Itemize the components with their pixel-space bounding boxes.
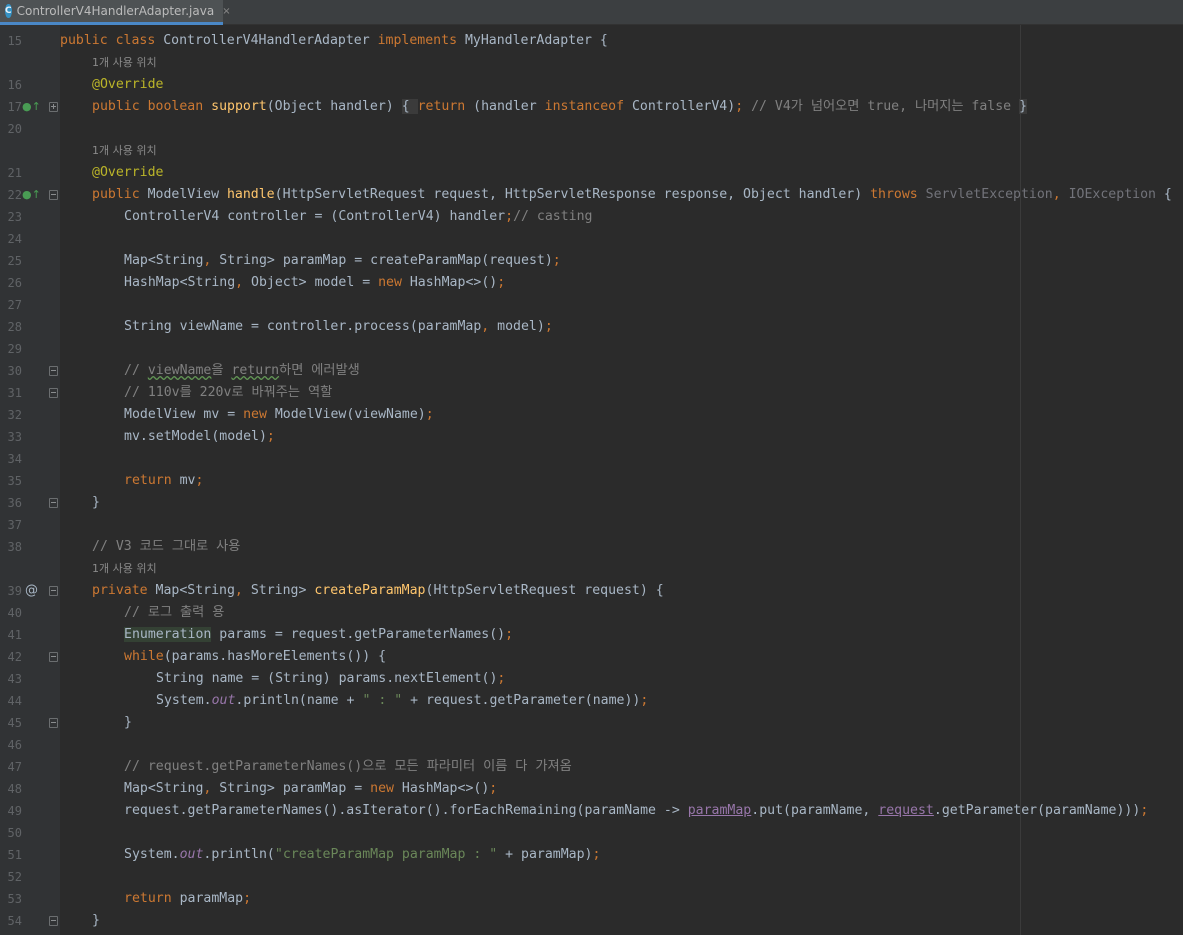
code-line: 30 // viewName을 return하면 에러발생 [7,363,360,378]
code-line: 23 ControllerV4 controller = (Controller… [7,209,593,224]
usage-hint[interactable]: 1개 사용 위치 [0,52,1183,74]
code-line: 50 [7,826,22,840]
fold-collapse-icon[interactable] [49,718,58,728]
fold-collapse-icon[interactable] [49,366,58,376]
fold-collapse-icon[interactable] [49,586,58,596]
editor-tab-bar: C ControllerV4HandlerAdapter.java × [0,0,1183,25]
code-line: 49 request.getParameterNames().asIterato… [7,803,1149,818]
code-line: 36 } [7,495,100,510]
code-line: 44 System.out.println(name + " : " + req… [7,693,649,708]
code-line: 41 Enumeration params = request.getParam… [7,627,514,642]
code-line: 42 while(params.hasMoreElements()) { [7,649,387,664]
fold-collapse-icon[interactable] [49,916,58,926]
code-line: 51 System.out.println("createParamMap pa… [7,847,601,862]
fold-collapse-icon[interactable] [49,498,58,508]
code-line: 54 } [7,913,100,928]
java-class-icon: C [5,4,12,18]
code-line: 52 [7,870,22,884]
code-line: 32 ModelView mv = new ModelView(viewName… [7,407,434,422]
code-line: 40 // 로그 출력 용 [7,605,225,620]
code-line: 47 // request.getParameterNames()으로 모든 파… [7,759,572,774]
code-editor[interactable]: 15 public class ControllerV4HandlerAdapt… [0,25,1183,935]
tab-label: ControllerV4HandlerAdapter.java [16,4,215,18]
code-line: 20 [7,122,22,136]
code-line: 34 [7,452,22,466]
code-line: 15 public class ControllerV4HandlerAdapt… [0,30,1183,52]
usage-hint[interactable]: 1개 사용 위치 [0,558,1183,580]
code-line: 46 [7,738,22,752]
usage-hint[interactable]: 1개 사용 위치 [0,140,1183,162]
code-text: public class ControllerV4HandlerAdapter … [60,33,608,48]
code-line: 39 @ private Map<String, String> createP… [7,583,664,598]
tab-controller-v4-handler-adapter[interactable]: C ControllerV4HandlerAdapter.java × [0,0,231,25]
code-line: 24 [7,232,22,246]
code-line: 16 @Override [7,77,164,92]
fold-collapse-icon[interactable] [49,652,58,662]
code-line: 38 // V3 코드 그대로 사용 [7,539,241,554]
annotation-at-icon[interactable]: @ [25,584,39,598]
implements-method-icon[interactable]: ●↑ [22,188,41,202]
code-line: 26 HashMap<String, Object> model = new H… [7,275,506,290]
code-line: 35 return mv; [7,473,204,488]
code-line: 27 [7,298,22,312]
fold-collapse-icon[interactable] [49,190,58,200]
code-line: 37 [7,518,22,532]
code-line: 29 [7,342,22,356]
code-line: 43 String name = (String) params.nextEle… [7,671,506,686]
code-line: 45 } [7,715,132,730]
code-line: 25 Map<String, String> paramMap = create… [7,253,561,268]
code-line: 21 @Override [7,165,164,180]
code-line: 33 mv.setModel(model); [7,429,275,444]
code-line: 17 ●↑ public boolean support(Object hand… [7,99,1028,114]
code-line: 53 return paramMap; [7,891,252,906]
code-line: 31 // 110v를 220v로 바꿔주는 역할 [7,385,333,400]
line-number: 15 [7,34,22,48]
fold-expand-icon[interactable] [49,102,58,112]
fold-collapse-icon[interactable] [49,388,58,398]
code-line: 28 String viewName = controller.process(… [7,319,553,334]
code-line: 48 Map<String, String> paramMap = new Ha… [7,781,498,796]
close-icon[interactable]: × [222,6,230,17]
code-line: 22 ●↑ public ModelView handle(HttpServle… [7,187,1172,202]
implements-method-icon[interactable]: ●↑ [22,100,41,114]
